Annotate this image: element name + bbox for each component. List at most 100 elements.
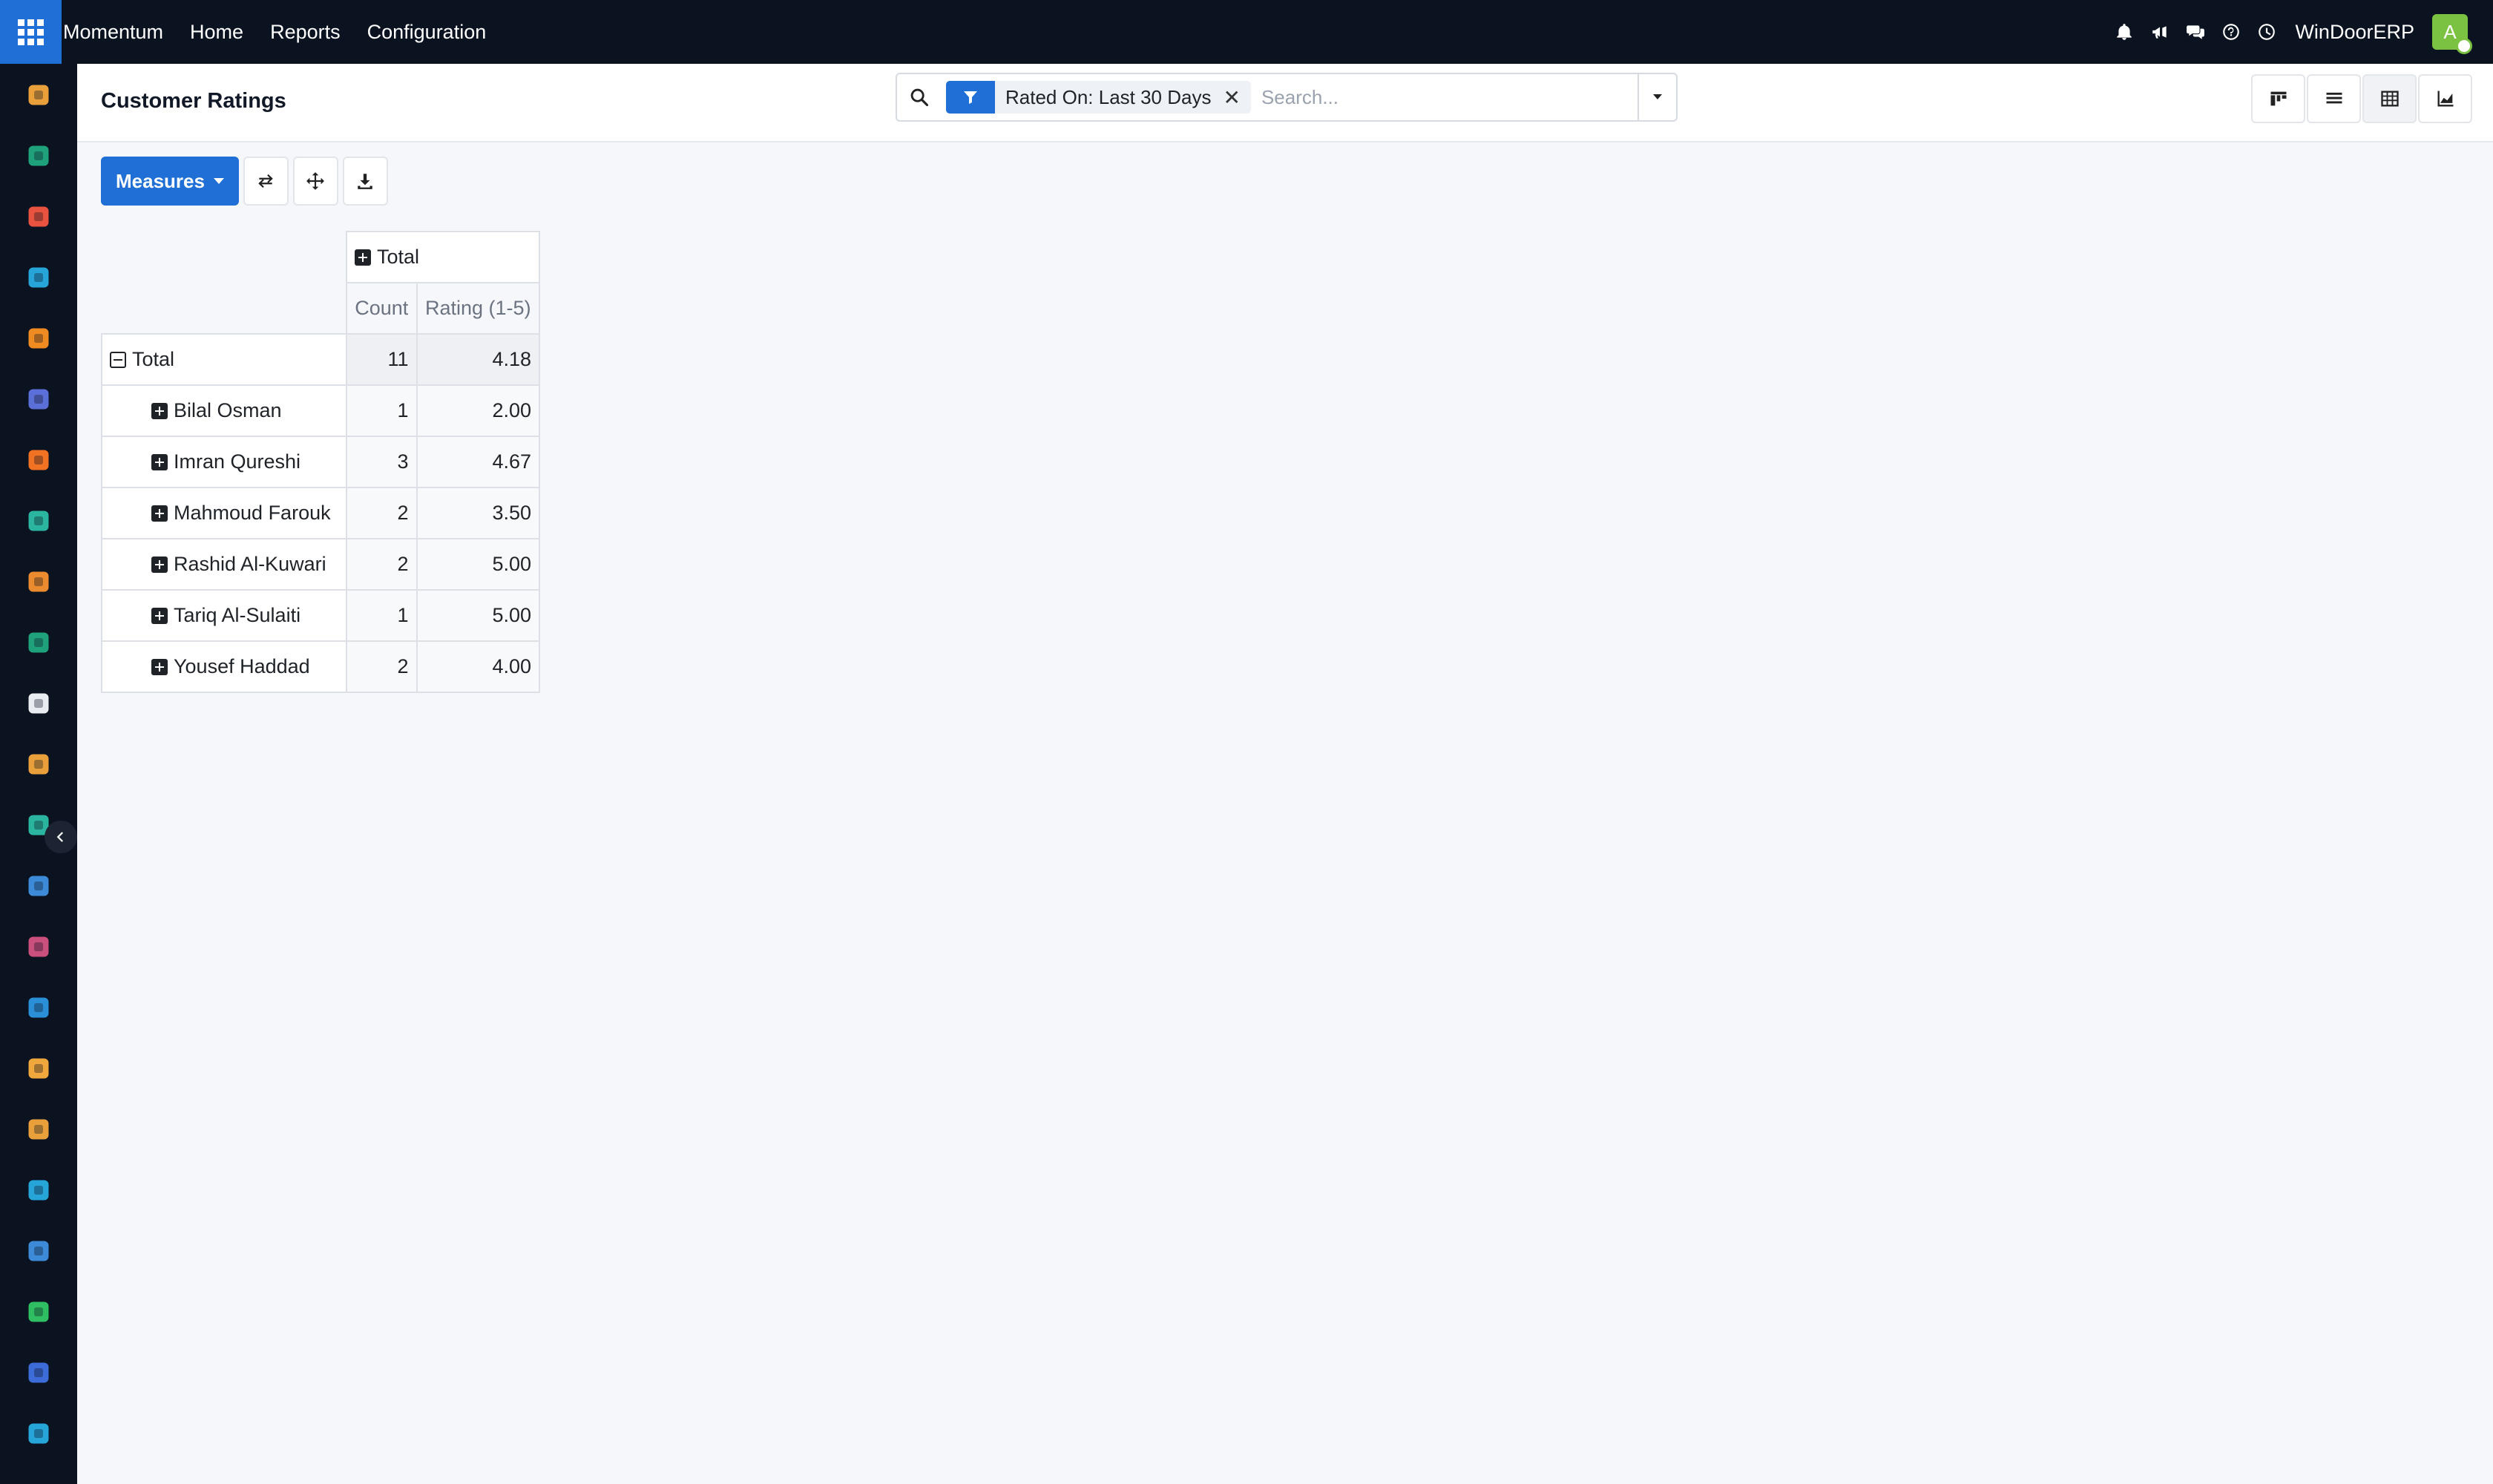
kanban-view-icon (2270, 91, 2286, 106)
rating-cell[interactable]: 4.67 (416, 436, 541, 488)
plus-square-icon (151, 608, 168, 624)
pie-app-icon[interactable] (22, 261, 55, 294)
row-header[interactable]: Rashid Al-Kuwari (101, 538, 347, 591)
grid-icon (18, 19, 44, 45)
search-input[interactable] (1261, 85, 1638, 109)
rating-cell[interactable]: 5.00 (416, 538, 541, 591)
mail-app-icon[interactable] (22, 383, 55, 416)
menu-item-home[interactable]: Home (177, 21, 257, 44)
caret-down-icon (1653, 94, 1662, 99)
help-icon[interactable] (2213, 0, 2249, 64)
plus-square-icon (151, 454, 168, 470)
table-row: Mahmoud Farouk 2 3.50 (101, 487, 541, 539)
count-cell[interactable]: 2 (346, 538, 418, 591)
dashboard-app-icon[interactable] (22, 1235, 55, 1267)
measures-button[interactable]: Measures (101, 157, 239, 206)
app-menu-button[interactable] (0, 0, 62, 64)
measure-header-count[interactable]: Count (346, 282, 418, 335)
reports-app-icon[interactable] (22, 200, 55, 233)
row-header[interactable]: Bilal Osman (101, 384, 347, 437)
close-icon[interactable]: ✕ (1223, 85, 1240, 110)
search-icon[interactable] (897, 87, 942, 108)
count-cell[interactable]: 3 (346, 436, 418, 488)
control-panel: Customer Ratings Rated On: Last 30 Days … (77, 64, 2493, 142)
row-header[interactable]: Tariq Al-Sulaiti (101, 589, 347, 642)
plus-square-icon (151, 659, 168, 675)
sales-app-icon[interactable] (22, 565, 55, 598)
helpdesk-app-icon[interactable] (22, 444, 55, 476)
avatar-letter: A (2443, 20, 2457, 43)
row-header-label: Imran Qureshi (174, 450, 301, 473)
chat-icon[interactable] (2178, 0, 2213, 64)
app-brand[interactable]: Momentum (62, 21, 177, 44)
table-row: Bilal Osman 1 2.00 (101, 384, 541, 437)
status-dot (2456, 38, 2472, 54)
pivot-corner (102, 283, 347, 334)
download-button[interactable] (342, 157, 388, 206)
team-app-icon[interactable] (22, 1052, 55, 1085)
row-header-label: Mahmoud Farouk (174, 502, 331, 524)
clock-icon[interactable] (2249, 0, 2285, 64)
knowledge-app-icon[interactable] (22, 870, 55, 902)
table-row: Yousef Haddad 2 4.00 (101, 640, 541, 693)
pivot-view-button[interactable] (2362, 74, 2417, 123)
projects-app-icon[interactable] (22, 505, 55, 537)
rating-cell[interactable]: 3.50 (416, 487, 541, 539)
bell-icon[interactable] (2106, 0, 2142, 64)
contacts-app-icon[interactable] (22, 139, 55, 172)
user-avatar[interactable]: A (2432, 14, 2472, 54)
row-header-total[interactable]: Total (101, 333, 347, 386)
row-header[interactable]: Imran Qureshi (101, 436, 347, 488)
rating-cell[interactable]: 4.00 (416, 640, 541, 693)
megaphone-icon[interactable] (2142, 0, 2178, 64)
search-options-toggle[interactable] (1638, 74, 1676, 120)
company-switcher[interactable]: WinDoorERP (2285, 21, 2432, 44)
website-app-icon[interactable] (22, 1417, 55, 1450)
count-cell[interactable]: 2 (346, 640, 418, 693)
rating-cell[interactable]: 5.00 (416, 589, 541, 642)
row-header[interactable]: Yousef Haddad (101, 640, 347, 693)
systray: WinDoorERP A (2106, 0, 2493, 64)
settings-app-icon[interactable] (22, 748, 55, 781)
discuss-app-icon[interactable] (22, 79, 55, 111)
count-cell[interactable]: 1 (346, 384, 418, 437)
menu-item-reports[interactable]: Reports (257, 21, 354, 44)
row-header-label: Yousef Haddad (174, 655, 310, 677)
total-count-cell[interactable]: 11 (346, 333, 418, 386)
top-navbar: Momentum Home Reports Configuration WinD… (0, 0, 2493, 64)
pivot-corner (102, 232, 346, 283)
flip-axis-button[interactable] (243, 157, 289, 206)
col-header-total[interactable]: Total (346, 231, 540, 283)
rating-cell[interactable]: 2.00 (416, 384, 541, 437)
whatsapp-app-icon[interactable] (22, 1296, 55, 1328)
row-header[interactable]: Mahmoud Farouk (101, 487, 347, 539)
sign-app-icon[interactable] (22, 1174, 55, 1206)
app-sidebar (0, 64, 77, 1484)
kanban-view-button[interactable] (2251, 74, 2305, 123)
measure-header-rating[interactable]: Rating (1-5) (416, 282, 541, 335)
search-bar: Rated On: Last 30 Days ✕ (896, 73, 1678, 122)
packages-app-icon[interactable] (22, 930, 55, 963)
chat-app-icon[interactable] (22, 322, 55, 355)
collapse-sidebar-button[interactable] (45, 821, 77, 853)
total-rating-cell[interactable]: 4.18 (416, 333, 541, 386)
pivot-total-row: Total 11 4.18 (101, 333, 541, 386)
calendar-app-icon[interactable] (22, 1113, 55, 1146)
menu-item-configuration[interactable]: Configuration (354, 21, 500, 44)
arrows-icon (306, 172, 325, 190)
expand-all-button[interactable] (292, 157, 338, 206)
list-view-button[interactable] (2307, 74, 2361, 123)
employees-app-icon[interactable] (22, 626, 55, 659)
inventory-app-icon[interactable] (22, 687, 55, 720)
view-switcher (2251, 74, 2472, 123)
count-cell[interactable]: 2 (346, 487, 418, 539)
graph-view-button[interactable] (2418, 74, 2472, 123)
pivot-table: Total Count Rating (1-5) Total 11 4.18 B… (101, 231, 541, 693)
caret-down-icon (213, 178, 224, 184)
clock-app-icon[interactable] (22, 1356, 55, 1389)
pivot-view-icon (2380, 91, 2399, 107)
count-cell[interactable]: 1 (346, 589, 418, 642)
main-menu: Home Reports Configuration (177, 21, 499, 44)
filter-facet: Rated On: Last 30 Days ✕ (946, 81, 1251, 114)
invoicing-app-icon[interactable] (22, 991, 55, 1024)
